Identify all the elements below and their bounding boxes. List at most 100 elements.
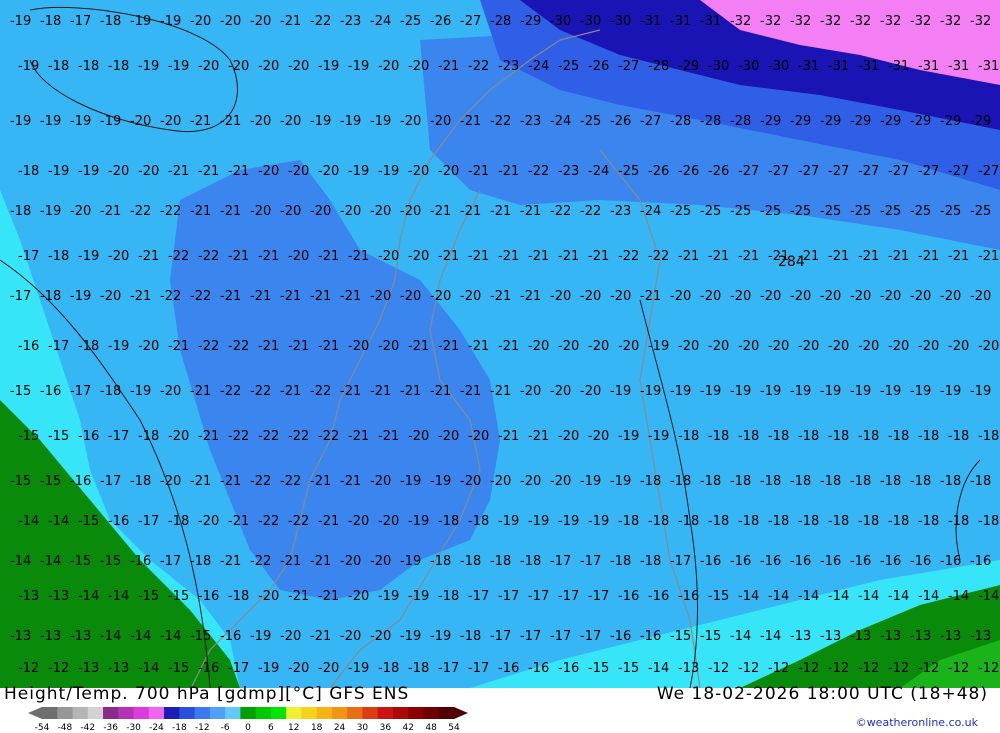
isotherm-label: -21 [340,384,361,399]
isotherm-label: -19 [168,59,189,74]
isotherm-label: -20 [670,289,691,304]
isotherm-label: -13 [48,589,69,604]
isotherm-label: -20 [340,629,361,644]
isotherm-label: -18 [130,474,151,489]
isotherm-label: -21 [948,249,969,264]
isotherm-label: -22 [160,289,181,304]
isotherm-label: -22 [288,514,309,529]
isotherm-label: -20 [828,339,849,354]
isotherm-label: -19 [498,514,519,529]
isotherm-label: -18 [978,514,999,529]
isotherm-label: -21 [228,249,249,264]
isotherm-label: -25 [790,204,811,219]
isotherm-label: -19 [370,114,391,129]
isotherm-label: -20 [280,629,301,644]
isotherm-label: -21 [280,14,301,29]
isotherm-label: -20 [370,474,391,489]
isotherm-label: -17 [70,14,91,29]
isotherm-label: -17 [580,554,601,569]
isotherm-label: -20 [250,114,271,129]
isotherm-label: -16 [610,629,631,644]
isotherm-label: -19 [10,14,31,29]
credit-link[interactable]: ©weatheronline.co.uk [856,716,978,729]
isotherm-label: -15 [100,554,121,569]
isotherm-label: -14 [948,589,969,604]
isotherm-label: -20 [258,164,279,179]
isotherm-label: -19 [760,384,781,399]
isotherm-label: -25 [970,204,991,219]
isotherm-label: -19 [700,384,721,399]
isotherm-label: -21 [228,514,249,529]
isotherm-label: -19 [850,384,871,399]
isotherm-label: -20 [910,289,931,304]
isotherm-label: -14 [18,514,39,529]
isotherm-label: -20 [858,339,879,354]
isotherm-label: -19 [10,114,31,129]
color-scale: -54 -48 -42 -36 -30 -24 -18 -12 -6 0 6 12 18 24 30 36 42… [28,707,468,732]
isotherm-label: -18 [888,514,909,529]
isotherm-label: -15 [10,384,31,399]
isotherm-label: -25 [558,59,579,74]
isotherm-label: -13 [108,661,129,676]
isotherm-label: -21 [858,249,879,264]
isotherm-label: -19 [400,474,421,489]
isotherm-label: -14 [160,629,181,644]
isotherm-label: -27 [618,59,639,74]
isotherm-label: -18 [610,554,631,569]
isotherm-label: -18 [460,554,481,569]
isotherm-label: -19 [610,474,631,489]
isotherm-label: -21 [190,384,211,399]
isotherm-label: -32 [850,14,871,29]
isotherm-label: -18 [948,429,969,444]
isotherm-label: -20 [798,339,819,354]
isotherm-label: -27 [888,164,909,179]
isotherm-label: -18 [48,249,69,264]
isotherm-label: -14 [100,629,121,644]
isotherm-label: -25 [760,204,781,219]
isotherm-label: -22 [228,429,249,444]
isotherm-label: -18 [138,429,159,444]
isotherm-label: -21 [318,249,339,264]
isotherm-label: -14 [10,554,31,569]
isotherm-label: -18 [408,661,429,676]
isotherm-label: -21 [130,289,151,304]
isotherm-label: -20 [528,339,549,354]
isotherm-label: -19 [18,59,39,74]
isotherm-label: -20 [348,514,369,529]
isotherm-label: -16 [760,554,781,569]
isotherm-label: -22 [580,204,601,219]
isotherm-label: -21 [258,249,279,264]
isotherm-label: -30 [550,14,571,29]
isotherm-label: -13 [10,629,31,644]
isotherm-label: -14 [828,589,849,604]
isotherm-label: -17 [70,384,91,399]
isotherm-label: -17 [558,589,579,604]
isotherm-label: -20 [378,59,399,74]
isotherm-label: -13 [40,629,61,644]
isotherm-label: -20 [220,14,241,29]
isotherm-label: -19 [970,384,991,399]
isotherm-label: -20 [250,204,271,219]
isotherm-label: -18 [708,429,729,444]
isotherm-label: -18 [520,554,541,569]
isotherm-label: -32 [820,14,841,29]
isotherm-label: -15 [18,429,39,444]
isotherm-label: -18 [648,514,669,529]
isotherm-label: -18 [918,514,939,529]
isotherm-label: -19 [100,114,121,129]
isotherm-label: -20 [610,289,631,304]
isotherm-label: -20 [400,204,421,219]
isotherm-label: -16 [970,554,991,569]
colorbar-swatch [301,707,318,719]
isotherm-label: -30 [738,59,759,74]
colorbar-arrow-left [28,707,42,719]
isotherm-label: -22 [490,114,511,129]
isotherm-label: -17 [438,661,459,676]
isotherm-label: -20 [198,59,219,74]
isotherm-label: -19 [310,114,331,129]
isotherm-label: -20 [258,589,279,604]
isotherm-label: -19 [48,164,69,179]
isotherm-label: -12 [18,661,39,676]
colorbar-swatch [240,707,257,719]
isotherm-label: -25 [910,204,931,219]
